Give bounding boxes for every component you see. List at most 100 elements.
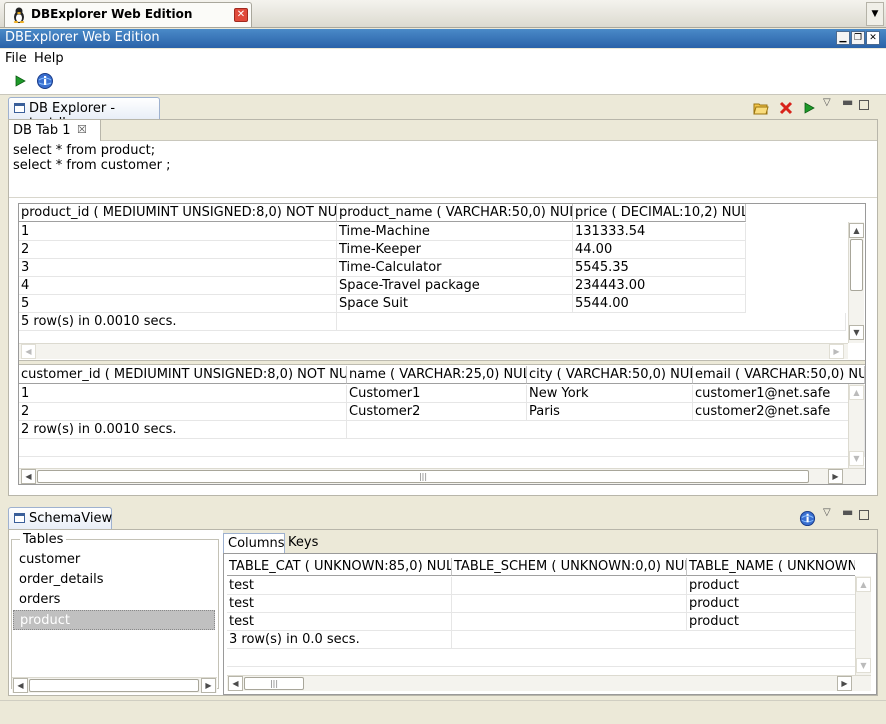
customer-horizontal-scrollbar[interactable]: ◀ ||| ▶ — [19, 468, 865, 484]
table-cell[interactable]: 1 — [19, 223, 337, 241]
product-vertical-scrollbar[interactable]: ▲ ▼ — [848, 222, 864, 343]
scroll-up-button[interactable]: ▲ — [856, 577, 871, 592]
tables-horizontal-scrollbar[interactable]: ◀ ▶ — [12, 677, 217, 693]
scroll-thumb[interactable] — [850, 239, 863, 291]
table-cell[interactable]: 234443.00 — [573, 277, 746, 295]
table-cell[interactable] — [452, 577, 687, 595]
tab-db-tab-1[interactable]: DB Tab 1 ☒ — [9, 120, 101, 141]
menu-help[interactable]: Help — [34, 51, 64, 66]
table-cell[interactable]: test — [227, 613, 452, 631]
table-cell[interactable]: 2 — [19, 241, 337, 259]
table-cell[interactable]: customer1@net.safe — [693, 385, 865, 403]
table-cell[interactable]: Time-Calculator — [337, 259, 573, 277]
delete-icon[interactable] — [779, 101, 793, 115]
sash[interactable] — [19, 360, 865, 365]
table-cell[interactable]: 3 — [19, 259, 337, 277]
table-list-item[interactable]: customer — [13, 550, 215, 570]
scroll-up-button[interactable]: ▲ — [849, 385, 864, 400]
table-list-item[interactable]: orders — [13, 590, 215, 610]
table-cell[interactable]: 2 — [19, 403, 347, 421]
customer-vertical-scrollbar[interactable]: ▲ ▼ — [848, 384, 864, 468]
columns-horizontal-scrollbar[interactable]: ◀ ||| ▶ — [227, 675, 871, 691]
scroll-left-button[interactable]: ◀ — [21, 344, 36, 359]
table-cell[interactable]: 5545.35 — [573, 259, 746, 277]
column-header[interactable]: TABLE_CAT ( UNKNOWN:85,0) NULL — [227, 558, 452, 576]
table-cell[interactable]: Customer1 — [347, 385, 527, 403]
table-cell[interactable]: Customer2 — [347, 403, 527, 421]
table-cell[interactable]: Time-Machine — [337, 223, 573, 241]
column-header[interactable]: city ( VARCHAR:50,0) NULL — [527, 366, 693, 384]
table-cell[interactable]: Paris — [527, 403, 693, 421]
table-cell[interactable]: test — [227, 595, 452, 613]
table-cell[interactable] — [452, 595, 687, 613]
scroll-down-button[interactable]: ▼ — [856, 658, 871, 673]
tab-columns[interactable]: Columns — [223, 533, 285, 553]
info-globe-icon[interactable] — [36, 72, 54, 90]
table-cell[interactable]: 131333.54 — [573, 223, 746, 241]
scroll-down-button[interactable]: ▼ — [849, 325, 864, 340]
view-menu-icon[interactable]: ▽ — [823, 97, 831, 108]
scroll-thumb[interactable]: ||| — [244, 677, 304, 690]
minimize-icon[interactable]: ▬ — [842, 505, 853, 519]
query-line: select * from customer ; — [13, 158, 171, 173]
minimize-button[interactable]: ▁ — [836, 31, 850, 45]
table-cell[interactable]: 5544.00 — [573, 295, 746, 313]
table-cell[interactable]: New York — [527, 385, 693, 403]
table-cell[interactable]: Space-Travel package — [337, 277, 573, 295]
scroll-right-button[interactable]: ▶ — [828, 469, 843, 484]
table-cell[interactable]: 44.00 — [573, 241, 746, 259]
table-cell[interactable]: test — [227, 577, 452, 595]
view-tab-db-explorer[interactable]: DB Explorer - testdb — [8, 97, 160, 131]
run-icon[interactable] — [14, 75, 26, 87]
menu-file[interactable]: File — [5, 51, 27, 66]
scroll-down-button[interactable]: ▼ — [849, 451, 864, 466]
column-header[interactable]: TABLE_SCHEM ( UNKNOWN:0,0) NULL — [452, 558, 687, 576]
close-icon[interactable]: ✕ — [234, 8, 248, 22]
table-cell[interactable]: product — [687, 613, 855, 631]
table-cell[interactable]: product — [687, 595, 855, 613]
maximize-icon[interactable] — [859, 100, 869, 110]
scroll-up-button[interactable]: ▲ — [849, 223, 864, 238]
column-header[interactable]: price ( DECIMAL:10,2) NULL — [573, 204, 746, 222]
column-header[interactable]: email ( VARCHAR:50,0) NULL — [693, 366, 865, 384]
scroll-left-button[interactable]: ◀ — [13, 678, 28, 693]
table-cell[interactable] — [452, 613, 687, 631]
column-header[interactable]: product_id ( MEDIUMINT UNSIGNED:8,0) NOT… — [19, 204, 337, 222]
product-horizontal-scrollbar[interactable]: ◀ ▶ — [19, 343, 848, 359]
table-cell[interactable]: 4 — [19, 277, 337, 295]
minimize-icon[interactable]: ▬ — [842, 95, 853, 109]
scroll-left-button[interactable]: ◀ — [21, 469, 36, 484]
table-cell[interactable]: 5 — [19, 295, 337, 313]
close-button[interactable]: ✕ — [866, 31, 880, 45]
table-cell[interactable]: Space Suit — [337, 295, 573, 313]
browser-tab[interactable]: DBExplorer Web Edition ✕ — [4, 2, 252, 27]
column-header[interactable]: customer_id ( MEDIUMINT UNSIGNED:8,0) NO… — [19, 366, 347, 384]
columns-vertical-scrollbar[interactable]: ▲ ▼ — [855, 576, 871, 675]
tab-list-dropdown-button[interactable]: ▼ — [866, 2, 884, 26]
view-menu-icon[interactable]: ▽ — [823, 507, 831, 518]
restore-button[interactable]: ❐ — [851, 31, 865, 45]
view-tab-schema[interactable]: SchemaView — [8, 507, 112, 529]
info-globe-icon[interactable] — [799, 510, 816, 527]
table-list-item[interactable]: order_details — [13, 570, 215, 590]
table-cell[interactable]: customer2@net.safe — [693, 403, 865, 421]
table-cell[interactable]: product — [687, 577, 855, 595]
scroll-right-button[interactable]: ▶ — [837, 676, 852, 691]
column-header[interactable]: name ( VARCHAR:25,0) NULL — [347, 366, 527, 384]
run-icon[interactable] — [803, 102, 815, 114]
tab-keys[interactable]: Keys — [285, 535, 323, 553]
column-header[interactable]: product_name ( VARCHAR:50,0) NULL — [337, 204, 573, 222]
column-header[interactable]: TABLE_NAME ( UNKNOWN:85,0) NULL — [687, 558, 855, 576]
table-cell[interactable]: 1 — [19, 385, 347, 403]
scroll-thumb[interactable] — [29, 679, 199, 692]
table-cell[interactable]: Time-Keeper — [337, 241, 573, 259]
sql-query-editor[interactable]: select * from product; select * from cus… — [13, 143, 873, 195]
maximize-icon[interactable] — [859, 510, 869, 520]
scroll-left-button[interactable]: ◀ — [228, 676, 243, 691]
close-icon[interactable]: ☒ — [77, 123, 87, 136]
scroll-thumb[interactable]: ||| — [37, 470, 809, 483]
open-folder-icon[interactable] — [753, 101, 769, 115]
table-list-item[interactable]: product — [13, 610, 215, 630]
scroll-right-button[interactable]: ▶ — [829, 344, 844, 359]
scroll-right-button[interactable]: ▶ — [201, 678, 216, 693]
